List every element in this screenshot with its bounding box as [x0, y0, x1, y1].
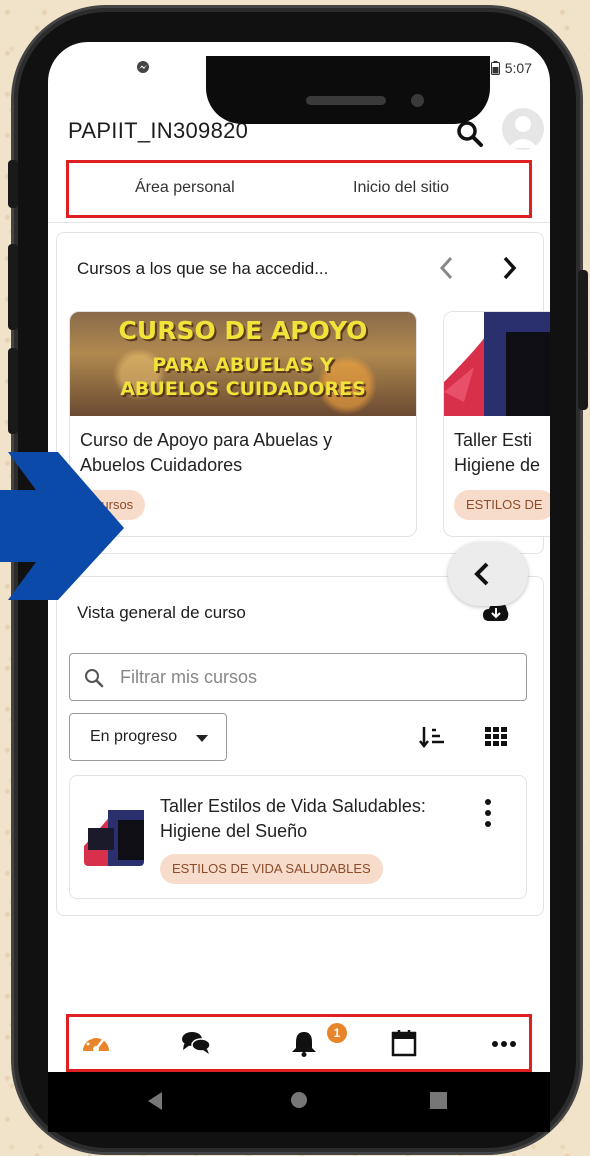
recent-courses-card: Cursos a los que se ha accedid... CURSO …: [56, 232, 550, 554]
phone-volume-up-button: [8, 244, 18, 330]
course-list-item[interactable]: Taller Estilos de Vida Saludables: Higie…: [69, 775, 527, 899]
notification-badge: 1: [327, 1023, 347, 1043]
notifications-icon[interactable]: [289, 1029, 319, 1057]
banner-text-1: CURSO DE APOYO: [118, 316, 368, 345]
recent-courses-title: Cursos a los que se ha accedid...: [77, 259, 329, 278]
recents-icon[interactable]: [430, 1092, 447, 1109]
blue-arrow-annotation: [0, 452, 124, 600]
taller-banner-art: [444, 312, 550, 416]
drawer-toggle-button[interactable]: [448, 542, 528, 606]
filter-placeholder: Filtrar mis cursos: [120, 667, 258, 687]
dashboard-icon[interactable]: [81, 1029, 111, 1057]
calendar-icon[interactable]: [389, 1029, 419, 1057]
banner-text-3: ABUELOS CUIDADORES: [120, 378, 366, 400]
phone-volume-down-button: [8, 348, 18, 434]
taller-thumbnail-art: [84, 806, 144, 866]
banner-text-2: PARA ABUELAS Y: [152, 354, 334, 376]
course-banner-image: CURSO DE APOYO PARA ABUELAS Y ABUELOS CU…: [70, 312, 416, 416]
course-overview-title: Vista general de curso: [77, 603, 246, 622]
phone-notch: [206, 56, 490, 124]
previous-arrow-icon[interactable]: [435, 253, 459, 283]
next-arrow-icon[interactable]: [497, 253, 521, 283]
phone-side-button: [8, 160, 18, 208]
status-left-icons: [136, 60, 150, 77]
course-category-chip: ESTILOS DE VIDA SALUDABLES: [160, 854, 383, 884]
earpiece-speaker: [306, 96, 386, 105]
user-silhouette-icon: [508, 116, 538, 148]
tab-area-personal[interactable]: Área personal: [135, 179, 235, 197]
front-camera: [411, 94, 424, 107]
messages-icon[interactable]: [181, 1029, 211, 1057]
top-tabs-highlight: Área personal Inicio del sitio: [66, 160, 532, 218]
search-icon: [85, 669, 104, 688]
course-card-taller[interactable]: Taller Esti Higiene de ESTILOS DE: [443, 311, 550, 537]
course-name-line2: Higiene de: [454, 455, 541, 475]
header-divider: [48, 222, 550, 223]
course-status-select[interactable]: En progreso: [69, 713, 227, 761]
system-nav-bar: [48, 1072, 550, 1132]
user-avatar[interactable]: [502, 108, 544, 150]
messenger-icon: [137, 61, 149, 73]
bottom-nav-highlight: 1: [66, 1014, 532, 1072]
phone-power-button: [578, 270, 588, 410]
course-banner-image: [444, 312, 550, 416]
course-thumbnail: [84, 806, 144, 866]
course-name[interactable]: Taller Estilos de Vida Saludables: Higie…: [160, 794, 426, 844]
tab-inicio-del-sitio[interactable]: Inicio del sitio: [353, 179, 449, 197]
course-overview-card: Vista general de curso Filtrar mis curso…: [56, 576, 544, 916]
course-name-line2: Higiene del Sueño: [160, 821, 308, 841]
back-icon[interactable]: [148, 1092, 164, 1110]
home-icon[interactable]: [290, 1091, 308, 1109]
grid-view-icon[interactable]: [485, 727, 507, 747]
site-title: PAPIIT_IN309820: [68, 118, 249, 143]
course-name: Taller Esti Higiene de: [454, 428, 540, 478]
chevron-left-icon: [474, 562, 489, 586]
caret-down-icon: [196, 735, 208, 742]
search-icon[interactable]: [456, 120, 484, 148]
status-time: 5:07: [504, 60, 532, 76]
sort-icon[interactable]: [419, 725, 447, 749]
status-select-value: En progreso: [90, 728, 178, 745]
more-options-icon[interactable]: [484, 798, 492, 828]
course-category-chip: ESTILOS DE: [454, 490, 550, 520]
course-name-line1: Taller Estilos de Vida Saludables:: [160, 796, 426, 816]
course-name-line1: Taller Esti: [454, 430, 533, 450]
battery-icon: [490, 61, 500, 75]
more-icon[interactable]: [489, 1029, 519, 1057]
course-filter-input[interactable]: Filtrar mis cursos: [69, 653, 527, 701]
